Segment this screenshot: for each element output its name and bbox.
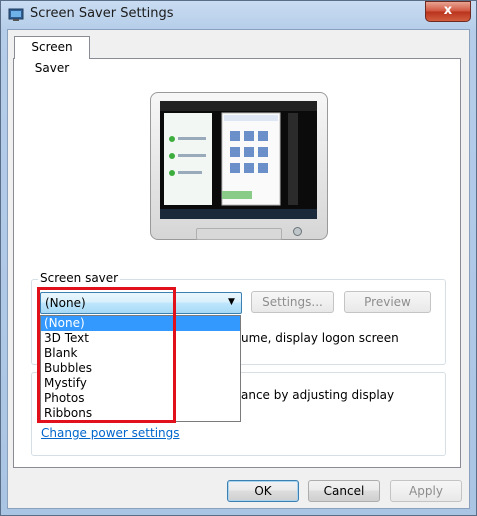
resume-logon-label: ume, display logon screen <box>241 331 399 345</box>
tab-screen-saver[interactable]: Screen Saver <box>14 36 90 75</box>
power-description: ance by adjusting display <box>241 388 395 402</box>
title-bar[interactable]: Screen Saver Settings x <box>0 0 477 30</box>
power-led-icon <box>293 227 302 236</box>
preview-button[interactable]: Preview <box>344 291 431 313</box>
settings-button[interactable]: Settings... <box>251 291 334 313</box>
desktop-thumbnail <box>160 101 317 219</box>
screen-saver-app-icon <box>8 8 24 21</box>
annotation-highlight-box <box>37 287 176 423</box>
close-button[interactable]: x <box>425 1 471 22</box>
cancel-button[interactable]: Cancel <box>308 480 380 502</box>
window-title: Screen Saver Settings <box>30 6 174 21</box>
chevron-down-icon[interactable]: ▼ <box>228 297 235 307</box>
ok-button[interactable]: OK <box>227 480 299 502</box>
monitor-screen-image <box>160 101 317 219</box>
monitor-bezel-slot <box>196 228 282 240</box>
change-power-settings-link[interactable]: Change power settings <box>41 426 180 440</box>
apply-button[interactable]: Apply <box>390 480 462 502</box>
screen-saver-group-label: Screen saver <box>38 271 121 285</box>
